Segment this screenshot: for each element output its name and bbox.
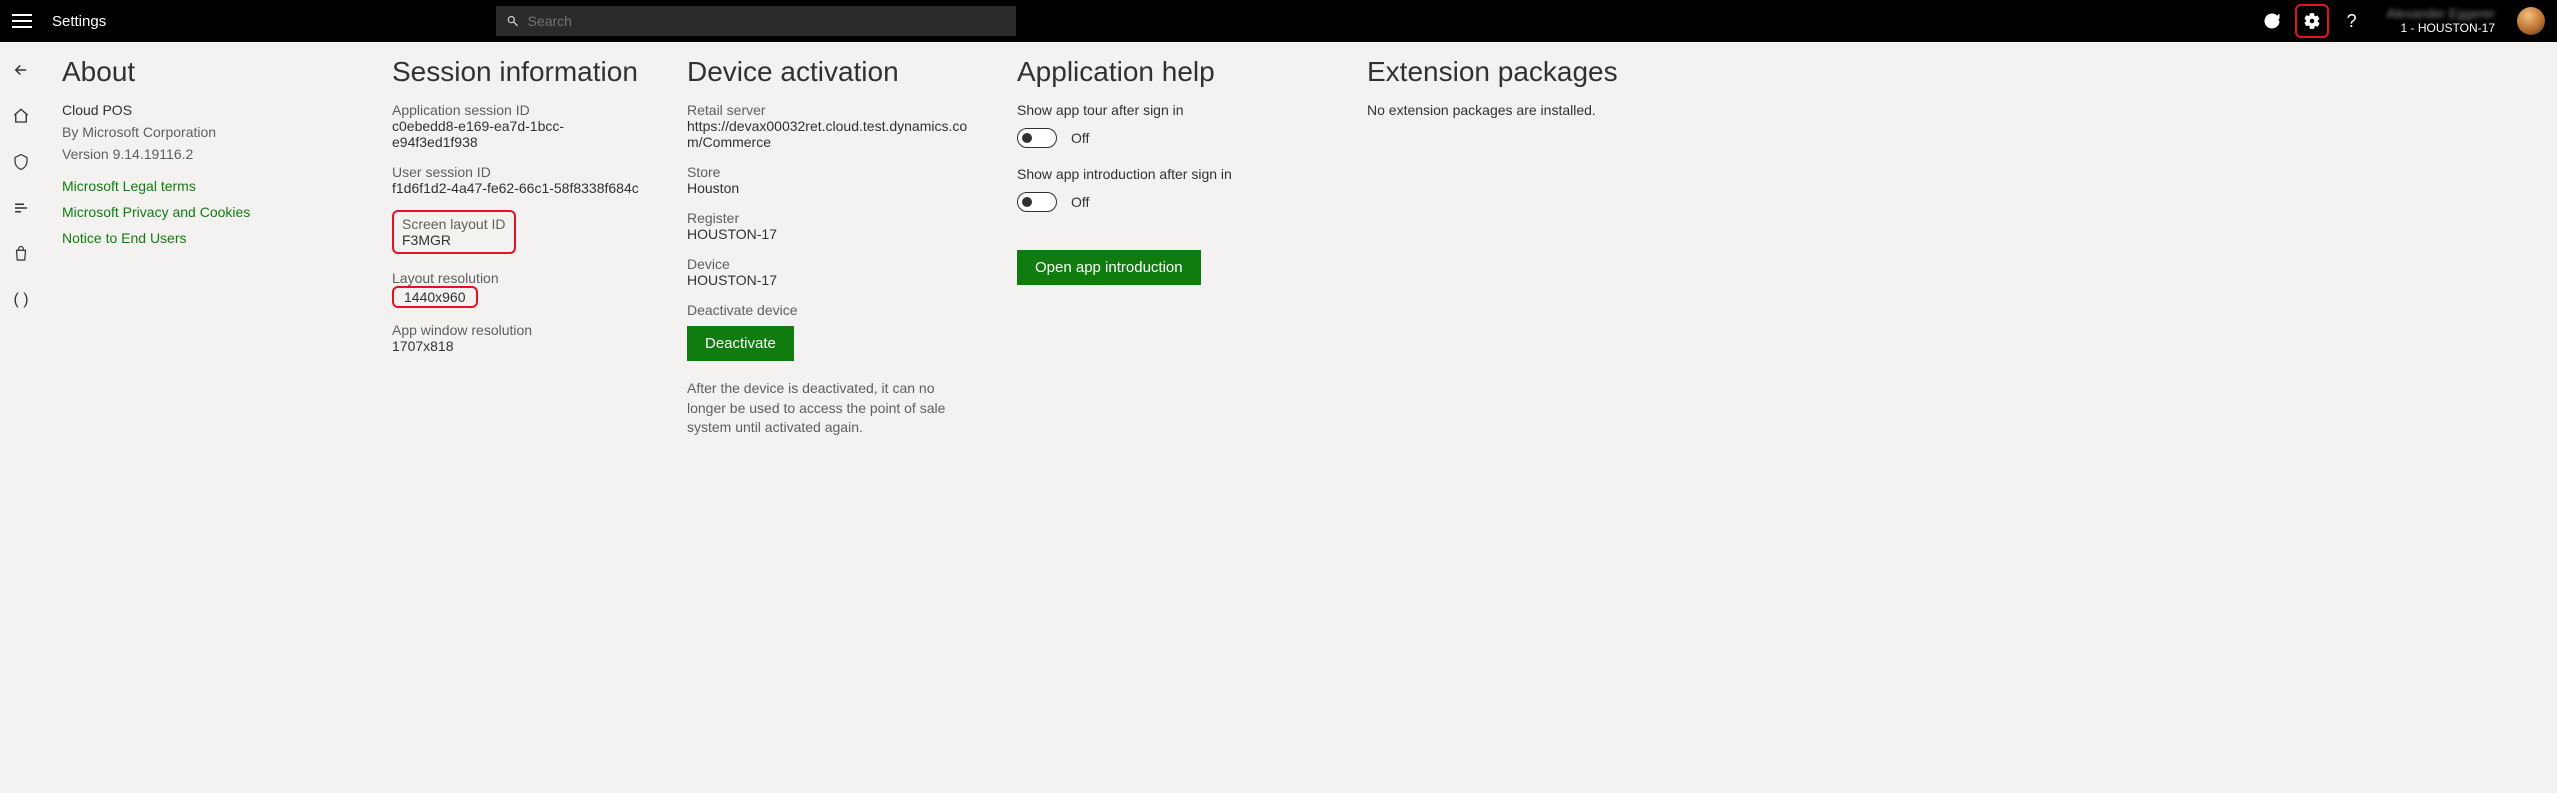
- hamburger-icon[interactable]: [12, 14, 32, 28]
- user-session-id-value: f1d6f1d2-4a47-fe62-66c1-58f8338f684c: [392, 180, 647, 196]
- device-label: Device: [687, 256, 977, 272]
- user-session-id-label: User session ID: [392, 164, 647, 180]
- tour-state: Off: [1071, 130, 1089, 146]
- paren-icon[interactable]: ( ): [11, 290, 31, 310]
- about-by: By Microsoft Corporation: [62, 124, 352, 140]
- about-heading: About: [62, 56, 352, 88]
- intro-toggle[interactable]: [1017, 192, 1057, 212]
- help-icon[interactable]: ?: [2335, 4, 2369, 38]
- link-legal-terms[interactable]: Microsoft Legal terms: [62, 178, 352, 194]
- deactivate-label: Deactivate device: [687, 302, 977, 318]
- about-version: Version 9.14.19116.2: [62, 146, 352, 162]
- user-info[interactable]: Alexander Eggerer 1 - HOUSTON-17: [2387, 7, 2495, 34]
- ext-none: No extension packages are installed.: [1367, 102, 2517, 118]
- link-notice[interactable]: Notice to End Users: [62, 230, 352, 246]
- gear-icon: [2303, 12, 2321, 30]
- device-heading: Device activation: [687, 56, 977, 88]
- app-window-res-value: 1707x818: [392, 338, 647, 354]
- tour-toggle[interactable]: [1017, 128, 1057, 148]
- search-input[interactable]: [528, 13, 1007, 29]
- device-value: HOUSTON-17: [687, 272, 977, 288]
- user-name: Alexander Eggerer: [2387, 7, 2495, 21]
- back-icon[interactable]: [11, 60, 31, 80]
- screen-layout-value: F3MGR: [402, 232, 506, 248]
- apphelp-section: Application help Show app tour after sig…: [1017, 56, 1367, 438]
- layout-res-label: Layout resolution: [392, 270, 647, 286]
- deactivate-note: After the device is deactivated, it can …: [687, 379, 967, 438]
- screen-layout-label: Screen layout ID: [402, 216, 506, 232]
- about-section: About Cloud POS By Microsoft Corporation…: [62, 56, 392, 438]
- device-section: Device activation Retail server https://…: [687, 56, 1017, 438]
- user-location: 1 - HOUSTON-17: [2387, 22, 2495, 35]
- link-privacy[interactable]: Microsoft Privacy and Cookies: [62, 204, 352, 220]
- store-value: Houston: [687, 180, 977, 196]
- app-session-id-label: Application session ID: [392, 102, 647, 118]
- apphelp-heading: Application help: [1017, 56, 1327, 88]
- intro-label: Show app introduction after sign in: [1017, 166, 1327, 182]
- left-rail: ( ): [0, 42, 42, 468]
- open-intro-button[interactable]: Open app introduction: [1017, 250, 1201, 285]
- ext-section: Extension packages No extension packages…: [1367, 56, 2557, 438]
- content-area: About Cloud POS By Microsoft Corporation…: [42, 42, 2557, 468]
- screen-layout-highlight: Screen layout ID F3MGR: [392, 210, 516, 254]
- register-label: Register: [687, 210, 977, 226]
- register-value: HOUSTON-17: [687, 226, 977, 242]
- list-icon[interactable]: [11, 198, 31, 218]
- retail-server-value: https://devax00032ret.cloud.test.dynamic…: [687, 118, 977, 150]
- app-session-id-value: c0ebedd8-e169-ea7d-1bcc-e94f3ed1f938: [392, 118, 647, 150]
- refresh-icon[interactable]: [2255, 4, 2289, 38]
- ext-heading: Extension packages: [1367, 56, 2517, 88]
- intro-state: Off: [1071, 194, 1089, 210]
- search-box[interactable]: [496, 6, 1016, 36]
- product-icon[interactable]: [11, 152, 31, 172]
- session-heading: Session information: [392, 56, 647, 88]
- retail-server-label: Retail server: [687, 102, 977, 118]
- layout-res-highlight: 1440x960: [392, 286, 478, 308]
- top-icons: ? Alexander Eggerer 1 - HOUSTON-17: [2255, 4, 2545, 38]
- session-section: Session information Application session …: [392, 56, 687, 438]
- page-title: Settings: [52, 13, 106, 30]
- bag-icon[interactable]: [11, 244, 31, 264]
- about-product: Cloud POS: [62, 102, 352, 118]
- layout-res-value: 1440x960: [404, 289, 466, 305]
- settings-icon[interactable]: [2295, 4, 2329, 38]
- search-icon: [506, 14, 519, 28]
- avatar[interactable]: [2517, 7, 2545, 35]
- store-label: Store: [687, 164, 977, 180]
- tour-label: Show app tour after sign in: [1017, 102, 1327, 118]
- top-bar: Settings ? Alexander Eggerer 1 - HOUSTON…: [0, 0, 2557, 42]
- app-window-res-label: App window resolution: [392, 322, 647, 338]
- deactivate-button[interactable]: Deactivate: [687, 326, 794, 361]
- home-icon[interactable]: [11, 106, 31, 126]
